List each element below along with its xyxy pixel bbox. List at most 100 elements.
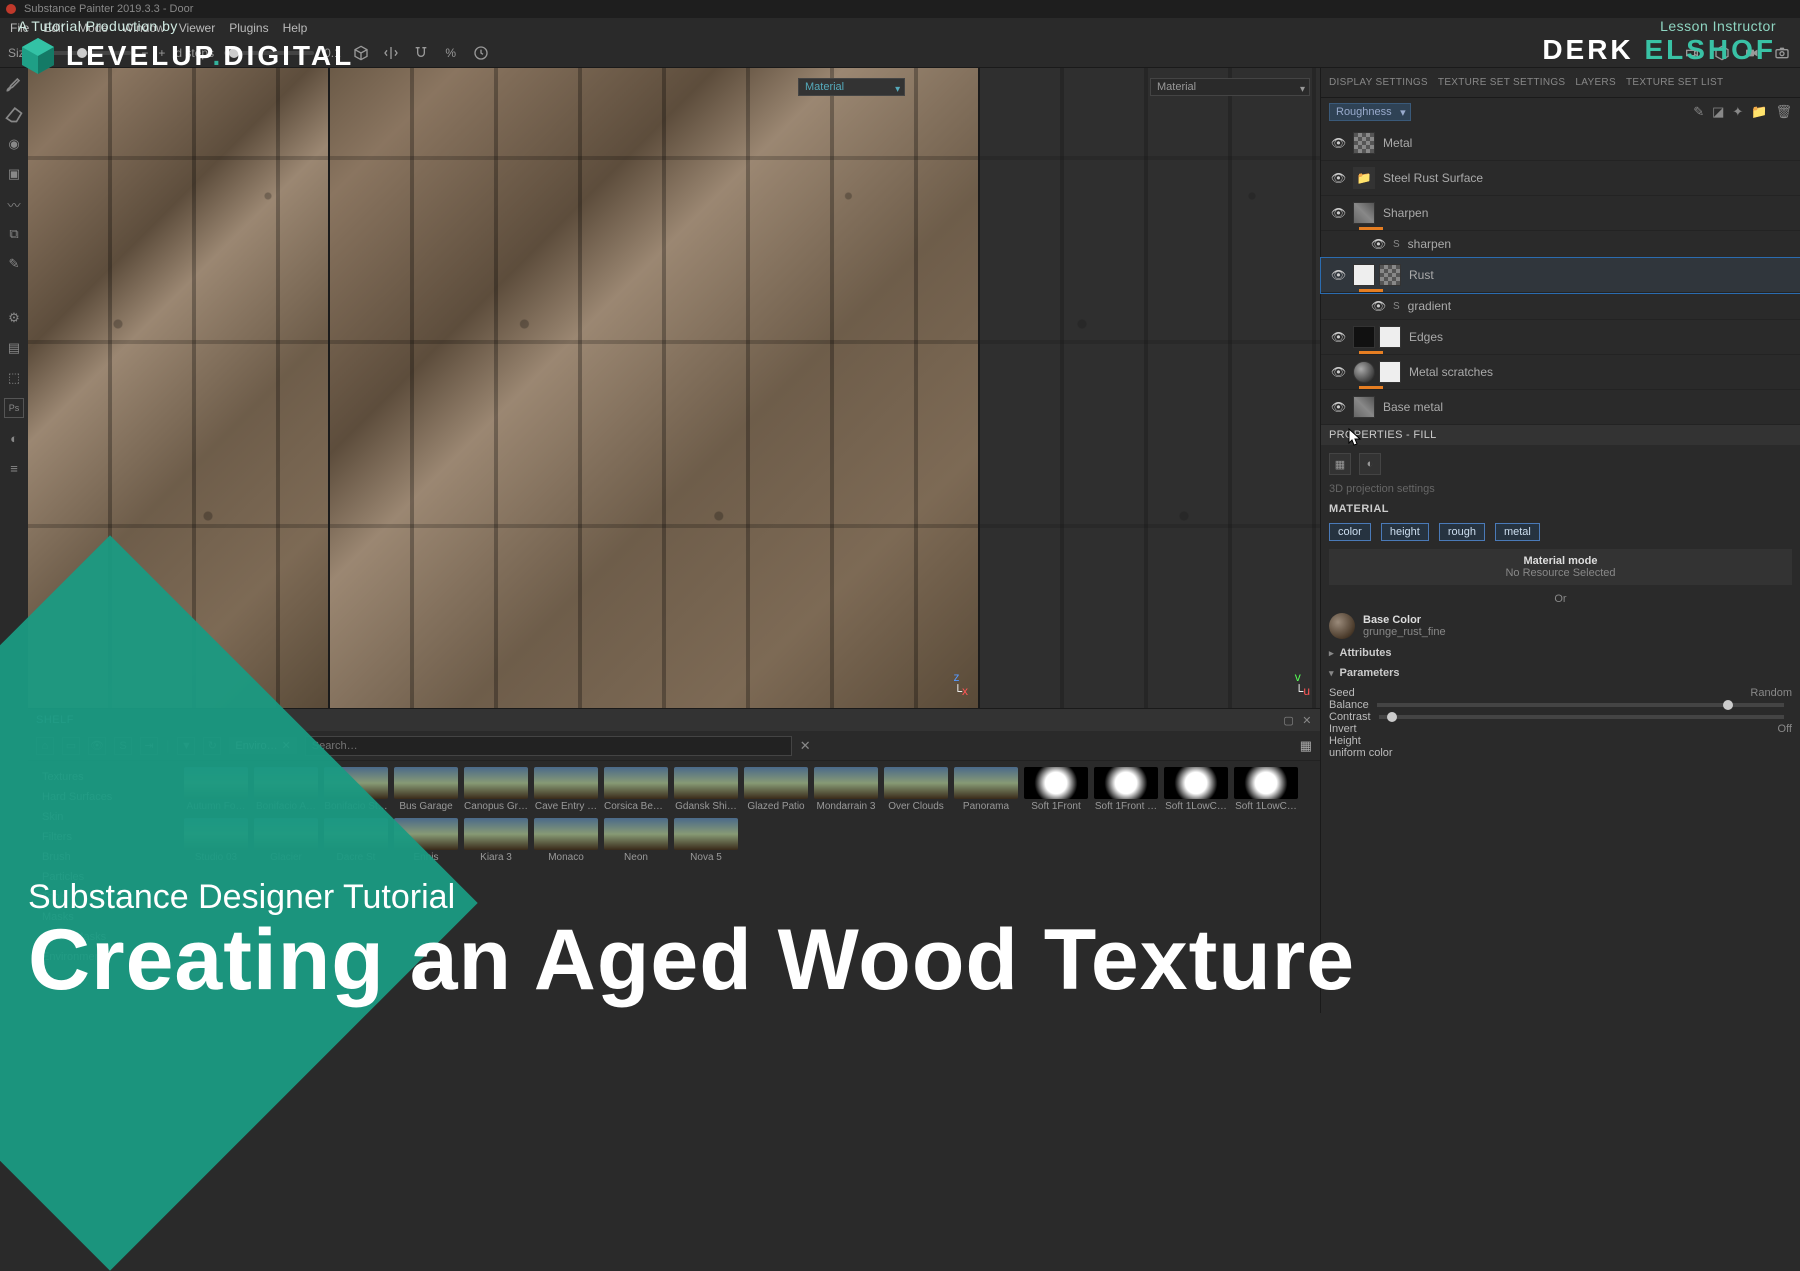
history-icon[interactable]: [471, 43, 491, 63]
layer-row[interactable]: 👁Base metal: [1321, 390, 1800, 425]
param-slider[interactable]: [1379, 715, 1784, 719]
sphere-mode-icon[interactable]: ◐: [1359, 453, 1381, 475]
smudge-tool-icon[interactable]: 〰: [4, 194, 24, 214]
help-tool-icon[interactable]: ◐: [4, 428, 24, 448]
visibility-eye-icon[interactable]: 👁: [1331, 365, 1345, 379]
symmetry-icon[interactable]: [381, 43, 401, 63]
shelf-filter-icon[interactable]: ▼: [177, 737, 195, 755]
shelf-item[interactable]: Gdansk Shi…: [674, 767, 738, 812]
delete-layer-icon[interactable]: 🗑: [1775, 104, 1792, 120]
add-effect-icon[interactable]: ✎: [1693, 104, 1704, 120]
shelf-item[interactable]: Glacier: [254, 818, 318, 863]
channel-dropdown[interactable]: Roughness: [1329, 103, 1411, 121]
viewport-material-dropdown[interactable]: Material▾: [1150, 78, 1310, 96]
2d-viewport[interactable]: v└u: [980, 68, 1320, 708]
shelf-cat-filters[interactable]: Filters: [34, 827, 172, 847]
shelf-home-icon[interactable]: ⌂: [36, 737, 54, 755]
brush-tool-icon[interactable]: [4, 74, 24, 94]
visibility-eye-icon[interactable]: 👁: [1331, 206, 1345, 220]
channel-metal[interactable]: metal: [1495, 523, 1540, 541]
shelf-clear-search-icon[interactable]: ✕: [800, 738, 811, 754]
shelf-rect-icon[interactable]: ▭: [62, 737, 80, 755]
visibility-eye-icon[interactable]: 👁: [1331, 171, 1345, 185]
shelf-item[interactable]: Bus Garage: [394, 767, 458, 812]
visibility-eye-icon[interactable]: 👁: [1331, 268, 1345, 282]
shelf-item[interactable]: Ennis: [394, 818, 458, 863]
shelf-item[interactable]: Canopus Gr…: [464, 767, 528, 812]
shelf-filter-tag[interactable]: Enviro…✕: [229, 737, 296, 754]
shelf-grid-icon[interactable]: ▦: [1300, 738, 1312, 754]
shelf-cat-textures[interactable]: Textures: [34, 767, 172, 787]
shelf-item[interactable]: Autumn Fo…: [184, 767, 248, 812]
param-value[interactable]: Off: [1778, 723, 1792, 735]
shelf-item[interactable]: Mondarrain 3: [814, 767, 878, 812]
polyfill-tool-icon[interactable]: ▣: [4, 164, 24, 184]
shelf-cat-smartmasks[interactable]: Smart Masks: [34, 927, 172, 947]
add-folder-icon[interactable]: 📁: [1751, 104, 1767, 120]
shelf-item[interactable]: Monaco: [534, 818, 598, 863]
shelf-item[interactable]: Kiara 3: [464, 818, 528, 863]
shelf-item[interactable]: Soft 1LowC…: [1164, 767, 1228, 812]
shelf-item[interactable]: Soft 1Front …: [1094, 767, 1158, 812]
shelf-item[interactable]: Soft 1Front: [1024, 767, 1088, 812]
mask-tool-icon[interactable]: ▤: [4, 338, 24, 358]
log-icon[interactable]: ≡: [4, 458, 24, 478]
shelf-cat-hardsurfaces[interactable]: Hard Surfaces: [34, 787, 172, 807]
tab-layers[interactable]: LAYERS: [1575, 77, 1616, 88]
layer-row[interactable]: 👁Metal scratches: [1321, 355, 1800, 390]
3d-viewport[interactable]: z└x: [330, 68, 978, 708]
layer-row[interactable]: 👁Ssharpen: [1321, 231, 1800, 258]
parameters-header[interactable]: ▾Parameters: [1329, 667, 1792, 679]
visibility-eye-icon[interactable]: 👁: [1371, 237, 1385, 251]
shelf-item[interactable]: Bonifacio St…: [324, 767, 388, 812]
param-slider[interactable]: [1377, 703, 1784, 707]
eraser-tool-icon[interactable]: [4, 104, 24, 124]
percent-icon[interactable]: %: [441, 43, 461, 63]
shelf-search-input[interactable]: [305, 736, 792, 756]
snap-icon[interactable]: [411, 43, 431, 63]
layer-row[interactable]: 👁Metal: [1321, 126, 1800, 161]
shelf-cat-environments[interactable]: Environments: [34, 947, 172, 967]
basecolor-row[interactable]: Base Color grunge_rust_fine: [1329, 613, 1792, 639]
layer-row[interactable]: 👁📁Steel Rust Surface: [1321, 161, 1800, 196]
resource-icon[interactable]: ⬚: [4, 368, 24, 388]
add-mask-icon[interactable]: ◪: [1712, 104, 1724, 120]
shelf-cat-particles[interactable]: Particles: [34, 867, 172, 887]
layer-row[interactable]: 👁Sharpen: [1321, 196, 1800, 231]
reference-viewport[interactable]: [28, 68, 328, 708]
layer-row[interactable]: 👁Edges: [1321, 320, 1800, 355]
tab-textureset-settings[interactable]: TEXTURE SET SETTINGS: [1438, 77, 1566, 88]
clone-tool-icon[interactable]: ⧉: [4, 224, 24, 244]
projection-tool-icon[interactable]: ◉: [4, 134, 24, 154]
settings-icon[interactable]: ⚙: [4, 308, 24, 328]
channel-rough[interactable]: rough: [1439, 523, 1485, 541]
layer-row[interactable]: 👁Sgradient: [1321, 293, 1800, 320]
shelf-item[interactable]: Corsica Bea…: [604, 767, 668, 812]
shelf-cat-masks[interactable]: Masks: [34, 907, 172, 927]
material-picker-icon[interactable]: ✎: [4, 254, 24, 274]
visibility-eye-icon[interactable]: 👁: [1371, 299, 1385, 313]
tab-display-settings[interactable]: DISPLAY SETTINGS: [1329, 77, 1428, 88]
fill-mode-icon[interactable]: ▦: [1329, 453, 1351, 475]
visibility-eye-icon[interactable]: 👁: [1331, 400, 1345, 414]
visibility-eye-icon[interactable]: 👁: [1331, 136, 1345, 150]
shelf-item[interactable]: Neon: [604, 818, 668, 863]
tab-textureset-list[interactable]: TEXTURE SET LIST: [1626, 77, 1723, 88]
channel-color[interactable]: color: [1329, 523, 1371, 541]
shelf-item[interactable]: Panorama: [954, 767, 1018, 812]
shelf-cat-brush[interactable]: Brush: [34, 847, 172, 867]
close-icon[interactable]: [6, 4, 16, 14]
attributes-header[interactable]: ▸Attributes: [1329, 647, 1792, 659]
shelf-item[interactable]: Bonifacio A…: [254, 767, 318, 812]
shelf-item[interactable]: Glazed Patio: [744, 767, 808, 812]
shelf-item[interactable]: Soft 1LowC…: [1234, 767, 1298, 812]
shelf-import-icon[interactable]: ⇥: [140, 737, 158, 755]
shelf-cat-skin[interactable]: Skin: [34, 807, 172, 827]
shelf-close-icon[interactable]: ✕: [1302, 714, 1312, 727]
param-value[interactable]: Random: [1750, 687, 1792, 699]
material-resource-box[interactable]: Material mode No Resource Selected: [1329, 549, 1792, 585]
shelf-item[interactable]: Nova 5: [674, 818, 738, 863]
viewport-material-tag[interactable]: Material▾: [798, 78, 905, 96]
ps-export-icon[interactable]: Ps: [4, 398, 24, 418]
shelf-item[interactable]: Studio 03: [184, 818, 248, 863]
